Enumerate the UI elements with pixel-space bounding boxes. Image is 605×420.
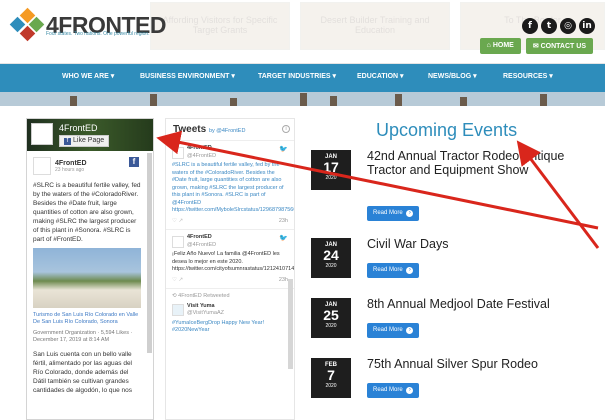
logo-tagline: Four states. Two nations. One powerful r… <box>46 31 150 37</box>
event-date-badge: JAN 17 2020 <box>311 150 351 190</box>
tweet-actions[interactable]: ♡ ↗ <box>172 277 288 285</box>
main-nav: WHO WE ARE ▾ BUSINESS ENVIRONMENT ▾ TARG… <box>0 64 605 92</box>
tweet-avatar[interactable] <box>172 235 184 248</box>
logo-diamond-icon <box>9 7 45 42</box>
post-author-name[interactable]: 4FrontED <box>55 160 87 167</box>
tweet-avatar[interactable] <box>172 304 184 316</box>
nav-item-business-environment[interactable]: BUSINESS ENVIRONMENT ▾ <box>140 72 235 80</box>
contact-us-button[interactable]: ✉ CONTACT US <box>525 38 593 54</box>
tweet-text: ¡Feliz Año Nuevo! La familia @4FrontED l… <box>172 251 295 272</box>
event-name[interactable]: Civil War Days <box>367 237 577 251</box>
tweet-text: #YumaIceBergDrop Happy New Year! #2020Ne… <box>172 319 265 334</box>
post-org-info: Government Organization · 5,594 Likes · … <box>33 330 133 343</box>
twitter-bird-icon: 🐦 <box>279 235 288 242</box>
arrow-right-icon: › <box>406 210 414 217</box>
post-author-avatar[interactable] <box>33 157 51 175</box>
event-date-badge: FEB 7 2020 <box>311 358 351 398</box>
event-name[interactable]: 75th Annual Silver Spur Rodeo <box>367 357 577 371</box>
tweets-scrollbar[interactable] <box>288 279 293 369</box>
read-more-button[interactable]: Read More › <box>367 206 420 221</box>
like-page-button[interactable]: f Like Page <box>59 135 110 147</box>
tweet-item[interactable]: 🐦 4FrontED @4FrontED #SLRC is a beautiful… <box>166 140 294 229</box>
site-header: Affording Visitors for Specific Target G… <box>0 0 605 64</box>
hero-image-strip <box>0 92 605 106</box>
read-more-button[interactable]: Read More › <box>367 323 420 338</box>
twitter-icon[interactable]: t <box>541 18 557 34</box>
facebook-logo-icon: f <box>129 157 139 167</box>
facebook-page-name[interactable]: 4FrontED <box>59 123 98 133</box>
arrow-right-icon: › <box>406 387 414 394</box>
tweet-text: #SLRC is a beautiful fertile valley, fed… <box>172 162 294 213</box>
event-date-badge: JAN 25 2020 <box>311 298 351 338</box>
twitter-timeline-widget: Tweets by @4FrontED i 🐦 4FrontED @4FrontE… <box>165 118 295 420</box>
post-link-title[interactable]: Turismo de San Luis Río Colorado en Vall… <box>33 312 141 326</box>
post-text: #SLRC is a beautiful fertile valley, fed… <box>33 182 141 243</box>
nav-item-resources[interactable]: RESOURCES ▾ <box>503 72 553 80</box>
header-buttons: ⌂ HOME ✉ CONTACT US <box>479 38 593 54</box>
arrow-right-icon: › <box>406 327 414 334</box>
tweets-by-link[interactable]: by @4FrontED <box>209 128 245 134</box>
post-time[interactable]: 23 hours ago <box>55 167 87 173</box>
post-text-spanish: San Luis cuenta con un bello valle férti… <box>33 351 133 394</box>
facebook-scrollbar[interactable] <box>147 153 152 353</box>
tweet-item[interactable]: ⟲ 4FrontED Retweeted Visit Yuma @VisitYum… <box>166 288 294 339</box>
tweet-time[interactable]: 23h <box>279 218 288 226</box>
read-more-button[interactable]: Read More › <box>367 383 420 398</box>
info-icon[interactable]: i <box>282 125 290 133</box>
nav-item-education[interactable]: EDUCATION ▾ <box>357 72 404 80</box>
event-name[interactable]: 8th Annual Medjool Date Festival <box>367 297 577 311</box>
banner-tile: Desert Builder Training and Education <box>300 2 450 50</box>
tweet-item[interactable]: 🐦 4FrontED @4FrontED ¡Feliz Año Nuevo! La… <box>166 229 294 288</box>
facebook-cover: 4FrontED f Like Page <box>27 119 153 151</box>
upcoming-events-title: Upcoming Events <box>376 120 518 140</box>
linkedin-icon[interactable]: in <box>579 18 595 34</box>
tweet-time[interactable]: 23h <box>279 277 288 285</box>
read-more-button[interactable]: Read More › <box>367 263 420 278</box>
event-date-badge: JAN 24 2020 <box>311 238 351 278</box>
tweets-header: Tweets by @4FrontED <box>173 124 246 135</box>
event-name[interactable]: 42nd Annual Tractor Rodeo Antique Tracto… <box>367 149 577 177</box>
twitter-bird-icon: 🐦 <box>279 146 288 153</box>
facebook-icon[interactable]: f <box>522 18 538 34</box>
instagram-icon[interactable]: ◎ <box>560 18 576 34</box>
nav-item-news-blog[interactable]: NEWS/BLOG ▾ <box>428 72 477 80</box>
tweet-actions[interactable]: ♡ ↗ <box>172 218 288 226</box>
tweet-avatar[interactable] <box>172 146 184 159</box>
facebook-page-widget: 4FrontED f Like Page 4FrontED 23 hours ag… <box>26 118 154 420</box>
retweet-label: ⟲ 4FrontED Retweeted <box>172 293 230 299</box>
post-photo[interactable] <box>33 248 141 308</box>
social-links: f t ◎ in <box>522 18 595 34</box>
facebook-page-avatar[interactable] <box>31 123 53 145</box>
nav-item-target-industries[interactable]: TARGET INDUSTRIES ▾ <box>258 72 336 80</box>
arrow-right-icon: › <box>406 267 414 274</box>
nav-item-who-we-are[interactable]: WHO WE ARE ▾ <box>62 72 114 80</box>
home-button[interactable]: ⌂ HOME <box>479 38 521 54</box>
facebook-icon: f <box>64 138 71 145</box>
banner-tile: Affording Visitors for Specific Target G… <box>150 2 290 50</box>
envelope-icon: ✉ <box>532 43 541 50</box>
facebook-post: 4FrontED 23 hours ago f #SLRC is a beaut… <box>27 151 153 395</box>
